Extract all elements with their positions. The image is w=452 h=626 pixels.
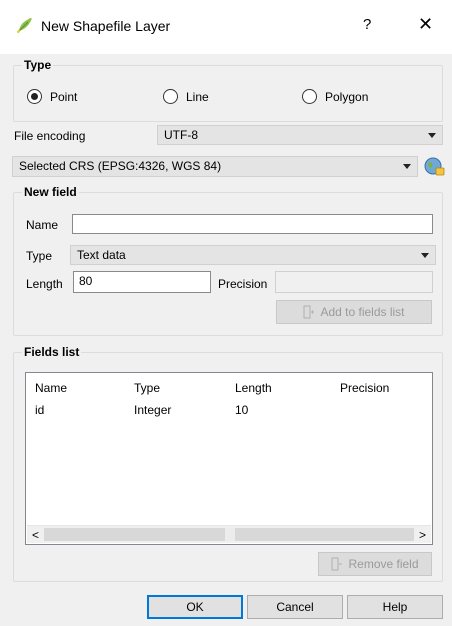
field-name-input[interactable] xyxy=(72,214,433,234)
scroll-right-icon[interactable]: > xyxy=(414,526,431,543)
file-encoding-select[interactable]: UTF-8 xyxy=(157,125,443,145)
cell-name: id xyxy=(35,403,45,417)
field-add-icon xyxy=(303,305,315,319)
help-button[interactable]: Help xyxy=(347,595,443,619)
column-header-type[interactable]: Type xyxy=(134,381,160,395)
file-encoding-value: UTF-8 xyxy=(164,128,198,142)
fields-list-group-title: Fields list xyxy=(22,345,82,359)
scroll-track[interactable] xyxy=(44,528,414,541)
window-title: New Shapefile Layer xyxy=(41,18,171,34)
chevron-down-icon xyxy=(421,253,429,258)
radio-point-label: Point xyxy=(50,89,78,104)
radio-point[interactable]: Point xyxy=(27,89,77,104)
field-remove-icon xyxy=(331,557,343,571)
radio-line-indicator[interactable] xyxy=(163,89,178,104)
field-name-label: Name xyxy=(26,218,59,232)
crs-select[interactable]: Selected CRS (EPSG:4326, WGS 84) xyxy=(12,156,418,177)
radio-line[interactable]: Line xyxy=(163,89,209,104)
horizontal-scrollbar[interactable]: < > xyxy=(27,525,431,543)
chevron-down-icon xyxy=(428,133,436,138)
chevron-down-icon xyxy=(403,164,411,169)
radio-line-label: Line xyxy=(186,89,209,104)
remove-field-label: Remove field xyxy=(348,557,419,571)
field-type-value: Text data xyxy=(77,248,126,262)
radio-polygon-label: Polygon xyxy=(325,89,369,104)
title-bar: New Shapefile Layer ? ✕ xyxy=(0,0,452,54)
globe-crs-icon[interactable] xyxy=(423,155,445,177)
precision-label: Precision xyxy=(218,277,268,291)
cancel-button[interactable]: Cancel xyxy=(247,595,343,619)
scroll-left-icon[interactable]: < xyxy=(27,526,44,543)
qgis-leaf-icon xyxy=(16,17,32,34)
remove-field-button[interactable]: Remove field xyxy=(318,552,432,576)
fields-table[interactable]: Name Type Length Precision id Integer 10… xyxy=(25,372,433,545)
type-group xyxy=(13,65,443,122)
scroll-thumb[interactable] xyxy=(225,528,235,541)
radio-point-indicator[interactable] xyxy=(27,89,42,104)
add-to-fields-label: Add to fields list xyxy=(320,305,405,319)
close-button[interactable]: ✕ xyxy=(418,14,433,35)
length-label: Length xyxy=(26,277,63,291)
column-header-length[interactable]: Length xyxy=(235,381,272,395)
precision-input[interactable] xyxy=(275,271,433,293)
cell-length: 10 xyxy=(235,403,249,417)
type-group-title: Type xyxy=(22,58,54,72)
new-field-group-title: New field xyxy=(22,185,79,199)
column-header-name[interactable]: Name xyxy=(35,381,67,395)
file-encoding-label: File encoding xyxy=(14,129,86,143)
add-to-fields-button[interactable]: Add to fields list xyxy=(276,300,432,324)
ok-button[interactable]: OK xyxy=(147,595,243,619)
crs-value: Selected CRS (EPSG:4326, WGS 84) xyxy=(19,159,222,173)
field-type-select[interactable]: Text data xyxy=(70,245,436,265)
help-title-button[interactable]: ? xyxy=(363,16,371,33)
column-header-precision[interactable]: Precision xyxy=(340,381,389,395)
cell-type: Integer xyxy=(134,403,172,417)
field-type-label: Type xyxy=(26,249,53,263)
length-input[interactable]: 80 xyxy=(73,271,211,293)
radio-polygon[interactable]: Polygon xyxy=(302,89,368,104)
radio-polygon-indicator[interactable] xyxy=(302,89,317,104)
